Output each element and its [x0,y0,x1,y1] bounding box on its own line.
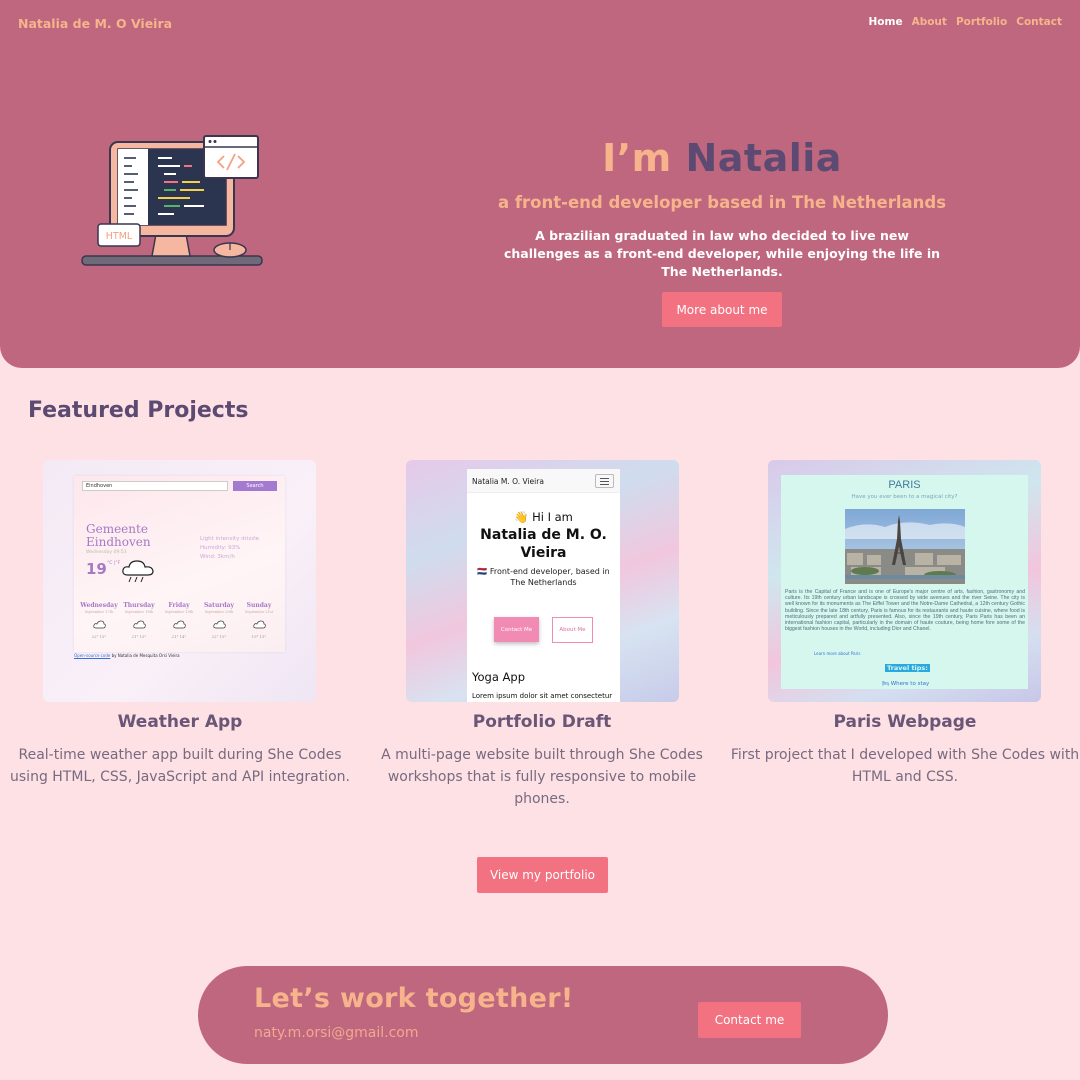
hero-title-name: Natalia [685,136,842,180]
paris-where-to-stay: 🛏 Where to stay [882,681,930,687]
weather-forecast: Wednesday September 17th 22° 15° Thursday S… [79,602,279,640]
paris-paragraph: Paris is the Capital of France and is on… [785,589,1025,633]
cta-title: Let’s work together! [254,983,574,1014]
contact-banner: Let’s work together! naty.m.orsi@gmail.c… [198,966,888,1064]
weather-search-button: Search [233,481,277,491]
brand-logo[interactable]: Natalia de M. O Vieira [18,16,172,31]
mockup-section-title: Yoga App [472,670,526,684]
paris-question: Have you ever been to a magical city? [851,494,958,500]
weather-panel: Eindhoven Search Gemeente Eindhoven Wedn… [74,476,285,652]
hero-subtitle: a front-end developer based in The Nethe… [497,193,947,212]
hero-title: I’m Natalia [512,136,932,180]
nav-portfolio[interactable]: Portfolio [956,16,1007,28]
weather-search-input: Eindhoven [82,481,228,491]
portfolio-draft-preview[interactable]: Natalia M. O. Vieira 👋 Hi I am Natalia d… [406,460,679,702]
hero-title-prefix: I’m [602,136,672,180]
forecast-day: Wednesday September 17th 22° 15° [79,602,119,640]
cloud-sun-icon [93,620,106,629]
paris-panel: PARIS Have you ever been to a magical ci… [781,475,1028,689]
contact-me-button[interactable]: Contact me [698,1002,801,1038]
html-tag-label: HTML [106,231,133,242]
forecast-day-name: Saturday [203,602,235,609]
forecast-temps: 19° 13° [251,634,267,639]
forecast-day-name: Sunday [246,602,272,609]
weather-condition: Light intensity drizzle [200,536,260,542]
cloud-sun-icon [213,620,226,629]
mockup-about-button: About Me [552,617,593,643]
forecast-day-name: Thursday [123,602,155,609]
forecast-day: Sunday September 21st 19° 13° [239,602,279,640]
paris-heading: PARIS [888,479,921,491]
cloud-icon [133,620,146,629]
forecast-temps: 22° 15° [211,634,227,639]
forecast-day-date: September 20th [204,610,234,614]
project-description-weather: Real-time weather app built during She C… [10,747,350,785]
mockup-subtitle: 🇳🇱 Front-end developer, based in The Net… [477,567,610,587]
mockup-buttons: Contact Me About Me [467,617,620,643]
weather-temp: 19 [86,560,107,578]
cloud-sun-icon [173,620,186,629]
forecast-day-date: September 18th [124,610,154,614]
forecast-day-name: Wednesday [80,602,118,609]
project-title-portfolio[interactable]: Portfolio Draft [362,712,722,732]
nav-home[interactable]: Home [869,16,903,28]
weather-humidity: Humidity: 93% [200,545,241,551]
cloud-sun-icon [253,620,266,629]
paris-travel-tips: Travel tips: [885,664,930,672]
mockup-greeting: 👋 Hi I am [514,510,573,524]
featured-projects-title: Featured Projects [28,398,249,423]
hamburger-icon [595,474,614,488]
hero-section: Natalia de M. O Vieira Home About Portfo… [0,0,1080,368]
forecast-day-date: September 21st [244,610,274,614]
project-title-paris[interactable]: Paris Webpage [725,712,1080,732]
forecast-day-name: Friday [168,602,190,609]
nav-contact[interactable]: Contact [1016,16,1062,28]
forecast-temps: 21° 15° [131,634,147,639]
forecast-day-date: September 17th [84,610,114,614]
weather-footer-text: by Natalia de Mesquita Orsi Vieira [110,653,180,658]
mockup-lorem: Lorem ipsum dolor sit amet consectetur a… [472,692,613,700]
paris-learn-more: Learn more about Paris [814,651,861,656]
view-portfolio-button[interactable]: View my portfolio [477,857,608,893]
open-source-link: Open-source code [74,653,111,658]
weather-date: Wednesday 09:53 [86,550,127,555]
cta-email[interactable]: naty.m.orsi@gmail.com [254,1025,419,1041]
weather-unit: °C |°F [107,561,121,566]
computer-illustration: HTML [81,135,263,266]
rain-cloud-icon [122,560,154,583]
mockup-name: Natalia de M. O. Vieira [480,527,607,561]
phone-mockup: Natalia M. O. Vieira 👋 Hi I am Natalia d… [467,469,620,702]
forecast-day: Thursday September 18th 21° 15° [119,602,159,640]
weather-app-preview[interactable]: Eindhoven Search Gemeente Eindhoven Wedn… [43,460,316,702]
more-about-me-button[interactable]: More about me [662,292,782,327]
project-description-portfolio: A multi-page website built through She C… [381,747,703,807]
forecast-day: Friday September 19th 21° 14° [159,602,199,640]
main-nav: Home About Portfolio Contact [869,16,1063,28]
forecast-day-date: September 19th [164,610,194,614]
forecast-temps: 22° 15° [91,634,107,639]
forecast-day: Saturday September 20th 22° 15° [199,602,239,640]
mockup-brand: Natalia M. O. Vieira [472,477,544,486]
project-title-weather[interactable]: Weather App [0,712,360,732]
forecast-temps: 21° 14° [171,634,187,639]
project-description-paris: First project that I developed with She … [730,747,1080,785]
mockup-contact-button: Contact Me [494,617,539,642]
paris-photo [845,509,965,584]
weather-info: Light intensity drizzle Humidity: 93% Wi… [200,535,259,562]
paris-webpage-preview[interactable]: PARIS Have you ever been to a magical ci… [768,460,1041,702]
weather-footer: Open-source code by Natalia de Mesquita … [74,653,180,658]
hero-description: A brazilian graduated in law who decided… [503,228,941,279]
weather-wind: Wind: 3km/h [200,554,235,560]
nav-about[interactable]: About [912,16,947,28]
mockup-navbar: Natalia M. O. Vieira [467,469,620,493]
weather-city: Gemeente Eindhoven [86,522,151,549]
